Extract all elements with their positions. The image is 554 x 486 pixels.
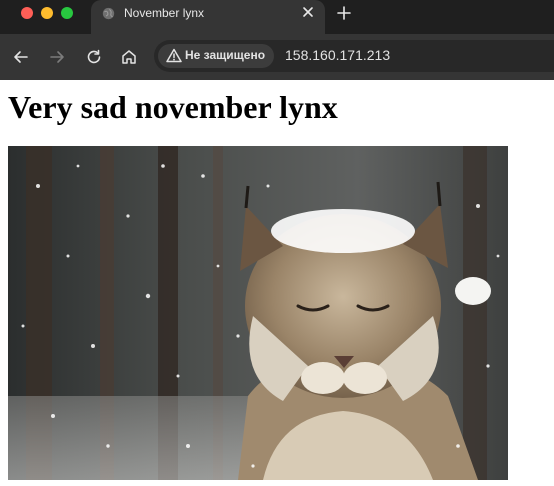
home-icon[interactable] [120,48,138,66]
window-minimize-button[interactable] [41,7,53,19]
security-label: Не защищено [185,48,266,62]
close-icon[interactable] [301,5,315,19]
url-text[interactable]: 158.160.171.213 [285,47,390,63]
page-heading: Very sad november lynx [8,89,338,125]
globe-icon [102,7,115,20]
window-close-button[interactable] [21,7,33,19]
browser-chrome: November lynx Не защищено 158.160.171.21… [0,0,554,80]
arrow-left-icon[interactable] [12,48,30,66]
warning-triangle-icon [166,48,182,63]
window-maximize-button[interactable] [61,7,73,19]
lynx-photo [8,146,508,480]
browser-tab[interactable]: November lynx [91,0,325,34]
arrow-right-icon[interactable] [48,48,66,66]
tab-title: November lynx [124,6,205,20]
plus-icon[interactable] [336,5,352,21]
tab-strip: November lynx [0,0,554,34]
reload-icon[interactable] [85,48,103,66]
